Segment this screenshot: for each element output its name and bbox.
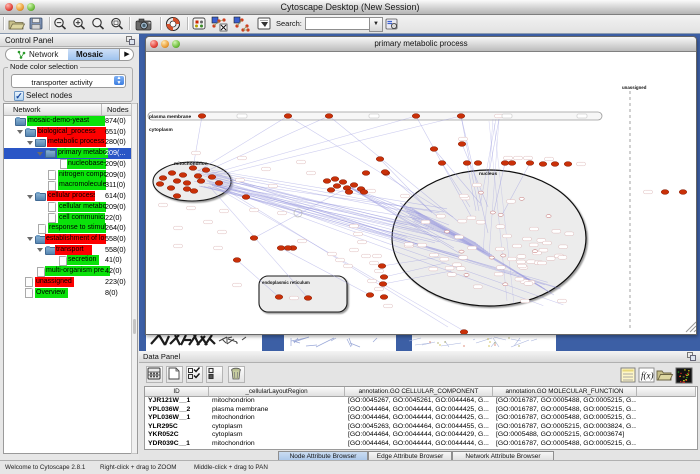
svg-text:f(x): f(x) bbox=[641, 371, 654, 381]
svg-text:unassigned: unassigned bbox=[622, 85, 647, 90]
svg-text:plasma membrane: plasma membrane bbox=[149, 114, 191, 120]
svg-text:nucleus: nucleus bbox=[479, 171, 497, 177]
svg-text:mitochondrion: mitochondrion bbox=[174, 161, 208, 167]
svg-text:cytoplasm: cytoplasm bbox=[149, 127, 173, 133]
svg-text:endoplasmic reticulum: endoplasmic reticulum bbox=[262, 280, 310, 285]
